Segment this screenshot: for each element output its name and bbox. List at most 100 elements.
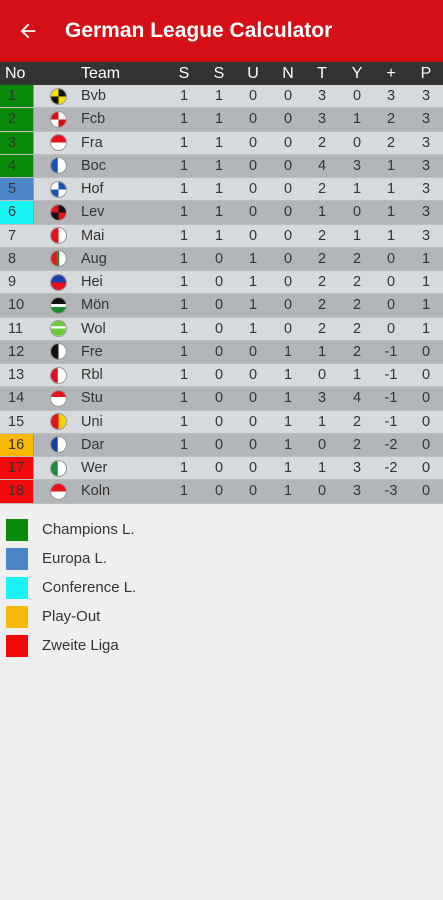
- table-row[interactable]: 11 Wol 1 0 1 0 2 2 0 1: [0, 317, 443, 341]
- cell-s2: 0: [214, 436, 224, 453]
- legend-item: Conference L.: [6, 573, 136, 602]
- header-y: Y: [351, 64, 363, 82]
- header-p: P: [420, 64, 432, 82]
- table-row[interactable]: 8 Aug 1 0 1 0 2 2 0 1: [0, 247, 443, 271]
- table-row[interactable]: 7 Mai 1 1 0 0 2 1 1 3: [0, 224, 443, 248]
- cell-u: 0: [248, 181, 258, 198]
- cell-t: 4: [317, 157, 327, 174]
- table-row[interactable]: 2 Fcb 1 1 0 0 3 1 2 3: [0, 108, 443, 132]
- table-row[interactable]: 4 Boc 1 1 0 0 4 3 1 3: [0, 154, 443, 178]
- cell-pm: 1: [386, 181, 396, 198]
- cell-s1: 1: [179, 181, 189, 198]
- wer-logo: [49, 459, 67, 477]
- position-number: 16: [0, 433, 34, 456]
- cell-u: 0: [248, 436, 258, 453]
- cell-s2: 1: [214, 157, 224, 174]
- table-row[interactable]: 12 Fre 1 0 0 1 1 2 -1 0: [0, 340, 443, 364]
- cell-n: 1: [283, 413, 293, 430]
- header-s1: S: [178, 64, 190, 82]
- app-title: German League Calculator: [65, 19, 333, 42]
- cell-u: 0: [248, 343, 258, 360]
- cell-p: 0: [421, 413, 431, 430]
- cell-u: 1: [248, 297, 258, 314]
- position-number: 8: [8, 250, 17, 267]
- team-name: Mai: [81, 227, 105, 244]
- cell-n: 0: [283, 274, 293, 291]
- mai-logo: [49, 227, 67, 245]
- koln-logo: [49, 482, 67, 500]
- cell-y: 2: [352, 436, 362, 453]
- cell-n: 1: [283, 367, 293, 384]
- table-row[interactable]: 6 Lev 1 1 0 0 1 0 1 3: [0, 201, 443, 225]
- table-row[interactable]: 3 Fra 1 1 0 0 2 0 2 3: [0, 131, 443, 155]
- table-row[interactable]: 16 Dar 1 0 0 1 0 2 -2 0: [0, 433, 443, 457]
- cell-pm: -1: [384, 367, 398, 384]
- cell-u: 1: [248, 274, 258, 291]
- hei-logo: [49, 273, 67, 291]
- cell-y: 1: [352, 367, 362, 384]
- table-row[interactable]: 5 Hof 1 1 0 0 2 1 1 3: [0, 178, 443, 202]
- cell-t: 3: [317, 111, 327, 128]
- stu-logo: [49, 389, 67, 407]
- cell-s2: 0: [214, 320, 224, 337]
- header-plus: +: [386, 64, 396, 82]
- cell-pm: 1: [386, 157, 396, 174]
- team-logo-cell: [48, 155, 68, 177]
- cell-t: 2: [317, 227, 327, 244]
- cell-n: 0: [283, 134, 293, 151]
- table-row[interactable]: 15 Uni 1 0 0 1 1 2 -1 0: [0, 410, 443, 434]
- cell-y: 2: [352, 343, 362, 360]
- table-row[interactable]: 18 Koln 1 0 0 1 0 3 -3 0: [0, 480, 443, 504]
- cell-s2: 0: [214, 297, 224, 314]
- cell-s2: 0: [214, 390, 224, 407]
- cell-pm: -1: [384, 390, 398, 407]
- team-name: Bvb: [81, 88, 106, 105]
- cell-t: 2: [317, 134, 327, 151]
- cell-u: 1: [248, 320, 258, 337]
- cell-p: 3: [421, 111, 431, 128]
- legend-label: Zweite Liga: [42, 637, 119, 654]
- cell-t: 2: [317, 181, 327, 198]
- legend-swatch: [6, 547, 28, 570]
- table-row[interactable]: 9 Hei 1 0 1 0 2 2 0 1: [0, 271, 443, 295]
- cell-y: 2: [352, 413, 362, 430]
- cell-p: 1: [421, 274, 431, 291]
- cell-t: 1: [317, 413, 327, 430]
- cell-p: 0: [421, 483, 431, 500]
- table-row[interactable]: 14 Stu 1 0 0 1 3 4 -1 0: [0, 387, 443, 411]
- table-row[interactable]: 17 Wer 1 0 0 1 1 3 -2 0: [0, 457, 443, 481]
- fre-logo: [49, 343, 67, 361]
- header-u: U: [247, 64, 259, 82]
- table-row[interactable]: 1 Bvb 1 1 0 0 3 0 3 3: [0, 85, 443, 109]
- cell-y: 1: [352, 227, 362, 244]
- cell-s1: 1: [179, 227, 189, 244]
- back-button[interactable]: [0, 0, 56, 62]
- cell-u: 0: [248, 460, 258, 477]
- cell-u: 0: [248, 367, 258, 384]
- cell-pm: -1: [384, 343, 398, 360]
- cell-t: 3: [317, 88, 327, 105]
- position-number: 2: [0, 108, 34, 131]
- cell-y: 0: [352, 88, 362, 105]
- cell-s2: 1: [214, 227, 224, 244]
- cell-s1: 1: [179, 483, 189, 500]
- team-name: Fre: [81, 343, 103, 360]
- cell-s1: 1: [179, 367, 189, 384]
- mon-logo: [49, 296, 67, 314]
- cell-pm: -2: [384, 436, 398, 453]
- cell-y: 0: [352, 204, 362, 221]
- position-number: 9: [8, 274, 17, 291]
- position-number: 12: [8, 343, 25, 360]
- cell-s1: 1: [179, 88, 189, 105]
- position-number: 3: [0, 131, 34, 154]
- cell-y: 3: [352, 157, 362, 174]
- cell-y: 2: [352, 297, 362, 314]
- cell-t: 2: [317, 320, 327, 337]
- table-row[interactable]: 13 Rbl 1 0 0 1 0 1 -1 0: [0, 364, 443, 388]
- team-logo-cell: [48, 248, 68, 270]
- cell-n: 0: [283, 181, 293, 198]
- table-row[interactable]: 10 Mön 1 0 1 0 2 2 0 1: [0, 294, 443, 318]
- team-logo-cell: [48, 341, 68, 363]
- arrow-left-icon: [20, 23, 36, 39]
- standings-table: No Team S S U N T Y + P 1 Bvb 1 1 0 0 3 0 3 3 2 Fcb…: [0, 62, 443, 504]
